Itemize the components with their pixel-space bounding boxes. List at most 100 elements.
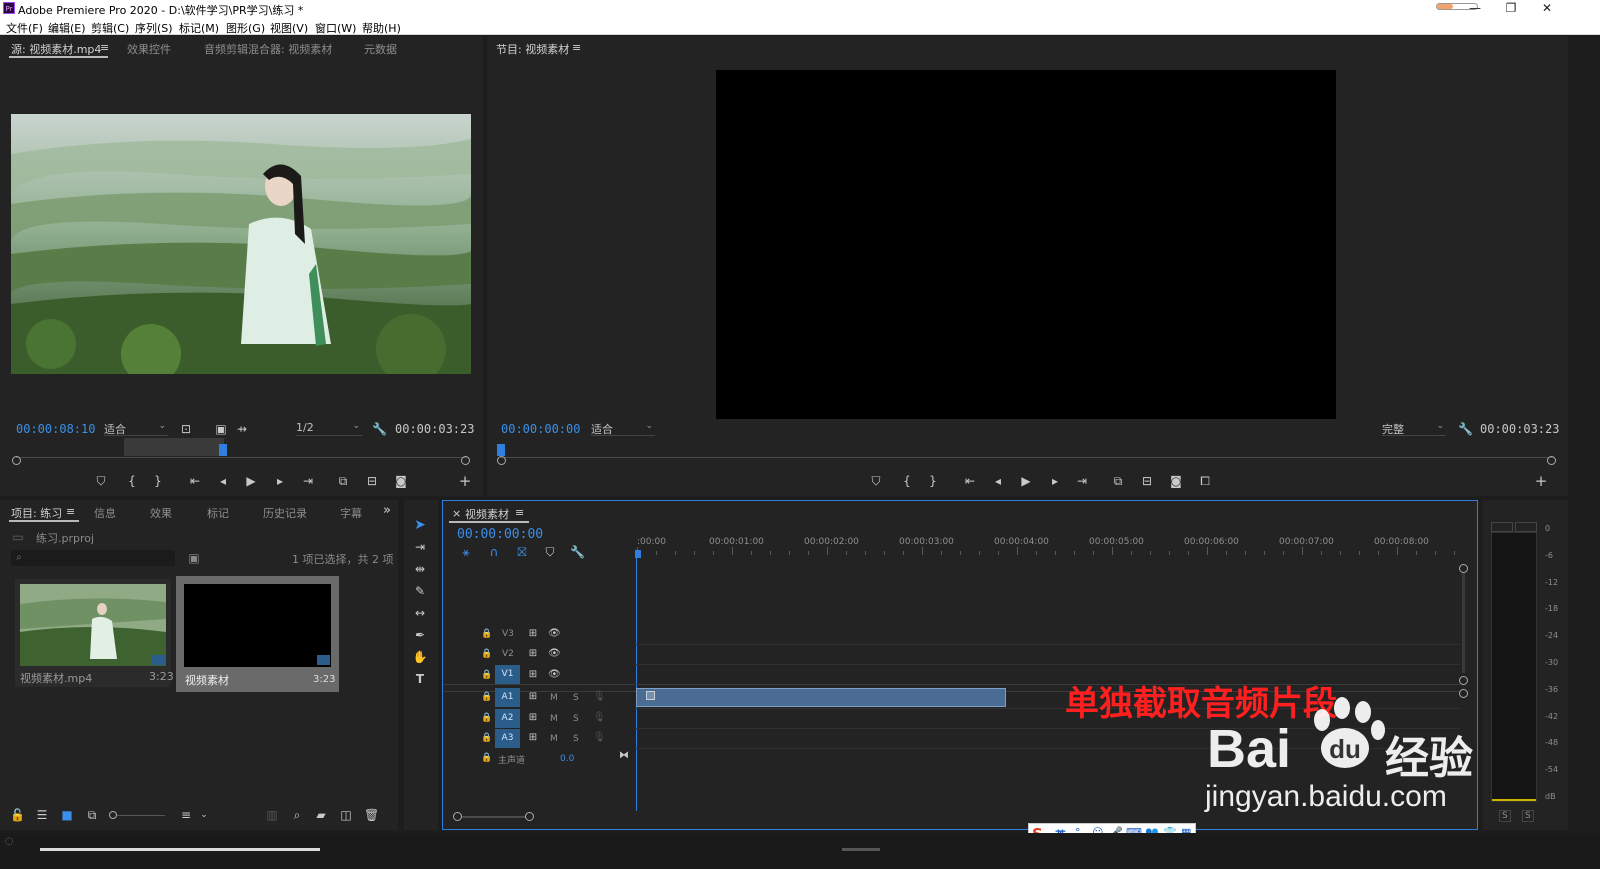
source-panel-menu-icon[interactable]: ≡ — [100, 41, 109, 54]
button-editor-plus-icon[interactable]: + — [458, 474, 472, 489]
source-video-frame[interactable] — [11, 114, 471, 374]
go-to-out-icon[interactable]: ⇥ — [300, 474, 316, 488]
lock-icon[interactable]: 🔓 — [10, 808, 25, 822]
horizontal-zoom-end-handle[interactable] — [525, 812, 534, 821]
timeline-timecode[interactable]: 00:00:00:00 — [457, 527, 543, 542]
horizontal-zoom-bar[interactable] — [462, 816, 526, 818]
icon-view-icon[interactable]: ■ — [60, 808, 74, 822]
step-forward-icon[interactable]: ▸ — [273, 474, 287, 488]
source-zoom-end-handle[interactable] — [461, 456, 470, 465]
menu-clip[interactable]: 剪辑(C) — [91, 20, 129, 36]
source-in-out-range[interactable] — [124, 438, 224, 456]
automate-to-sequence-icon[interactable]: ▥ — [264, 808, 280, 822]
tab-info[interactable]: 信息 — [94, 505, 116, 521]
program-zoom-end-handle[interactable] — [1547, 456, 1556, 465]
project-panel-menu-icon[interactable]: ≡ — [66, 505, 75, 518]
menu-view[interactable]: 视图(V) — [270, 20, 308, 36]
source-timecode[interactable]: 00:00:08:10 — [16, 422, 95, 436]
program-button-editor-plus-icon[interactable]: + — [1534, 474, 1548, 489]
vertical-zoom-handle-mid[interactable] — [1459, 676, 1468, 685]
tab-program[interactable]: 节目: 视频素材 — [496, 41, 569, 57]
menu-graphics[interactable]: 图形(G) — [226, 20, 265, 36]
drag-video-icon[interactable]: ▣ — [214, 422, 228, 436]
track-select-tool-icon[interactable]: ⇥ — [412, 540, 428, 554]
timeline-add-marker-icon[interactable]: ⛉ — [543, 545, 557, 559]
wrench-icon[interactable]: 🔧 — [372, 422, 387, 436]
solo-button[interactable]: S — [573, 714, 579, 724]
program-playhead[interactable] — [497, 444, 505, 456]
insert-frame-icon[interactable]: ⊡ — [179, 422, 193, 436]
find-icon[interactable]: ⌕ — [290, 808, 304, 822]
project-search-input[interactable]: ⌕ — [11, 550, 175, 566]
new-bin-icon[interactable]: ▰ — [314, 808, 328, 822]
step-back-icon[interactable]: ◂ — [216, 474, 230, 488]
toggle-output-eye-icon[interactable]: 👁 — [548, 668, 561, 682]
track-lock-icon[interactable]: 🔒 — [481, 711, 492, 725]
mute-button[interactable]: M — [550, 734, 558, 744]
insert-icon[interactable]: ⧉ — [334, 474, 352, 488]
vertical-zoom-handle-top[interactable] — [1459, 564, 1468, 573]
tab-source[interactable]: 源: 视频素材.mp4 — [11, 41, 101, 57]
sync-lock-icon[interactable]: ⊞ — [527, 690, 539, 704]
tab-effects[interactable]: 效果 — [150, 505, 172, 521]
snap-icon[interactable]: ∩ — [487, 545, 501, 559]
horizontal-zoom-start-handle[interactable] — [453, 812, 462, 821]
menu-edit[interactable]: 编辑(E) — [48, 20, 86, 36]
program-timecode[interactable]: 00:00:00:00 — [501, 422, 580, 436]
go-to-end-icon[interactable]: ⧓ — [618, 749, 630, 763]
tab-effect-controls[interactable]: 效果控件 — [127, 41, 171, 57]
razor-tool-icon[interactable]: ✎ — [412, 584, 428, 598]
sync-lock-icon[interactable]: ⊞ — [527, 711, 539, 725]
new-item-icon[interactable]: ◫ — [339, 808, 353, 822]
solo-right-button[interactable]: S — [1522, 810, 1534, 822]
menu-help[interactable]: 帮助(H) — [362, 20, 401, 36]
mute-button[interactable]: M — [550, 693, 558, 703]
program-go-to-out-icon[interactable]: ⇥ — [1074, 474, 1090, 488]
project-item-sequence[interactable]: 视频素材 3:23 — [176, 576, 339, 692]
nest-icon[interactable]: ⚹ — [459, 545, 473, 559]
program-go-to-in-icon[interactable]: ⇤ — [962, 474, 978, 488]
sync-lock-icon[interactable]: ⊞ — [527, 647, 539, 661]
timeline-settings-wrench-icon[interactable]: 🔧 — [570, 545, 585, 559]
audio-clip-a1[interactable] — [636, 688, 1006, 707]
program-video-frame[interactable] — [716, 70, 1336, 419]
toggle-output-eye-icon[interactable]: 👁 — [548, 647, 561, 661]
tab-markers[interactable]: 标记 — [207, 505, 229, 521]
hand-tool-icon[interactable]: ✋ — [412, 650, 428, 664]
program-mark-out-icon[interactable]: } — [926, 474, 940, 488]
export-frame-icon[interactable]: ◙ — [393, 474, 409, 488]
program-quality-dropdown[interactable]: 完整 ⌄ — [1382, 421, 1446, 436]
comparison-view-icon[interactable]: ⧠ — [1197, 474, 1213, 488]
tab-audio-clip-mixer[interactable]: 音频剪辑混合器: 视频素材 — [204, 41, 332, 57]
voice-over-mic-icon[interactable]: 🎙 — [593, 711, 606, 725]
zoom-slider-handle[interactable] — [109, 811, 117, 819]
menu-window[interactable]: 窗口(W) — [315, 20, 356, 36]
trash-icon[interactable]: 🗑 — [364, 808, 379, 822]
track-target-v1[interactable]: V1 — [495, 665, 520, 684]
linked-selection-icon[interactable]: ⛝ — [515, 545, 529, 559]
freeform-view-icon[interactable]: ⧉ — [84, 808, 100, 822]
close-button[interactable]: ✕ — [1532, 0, 1562, 18]
list-view-icon[interactable]: ☰ — [35, 808, 49, 822]
tab-project[interactable]: 项目: 练习 — [11, 505, 62, 521]
sync-lock-icon[interactable]: ⊞ — [527, 731, 539, 745]
solo-button[interactable]: S — [573, 734, 579, 744]
add-marker-icon[interactable]: ⛉ — [94, 474, 108, 488]
close-sequence-tab-icon[interactable]: × — [452, 507, 461, 520]
toggle-output-eye-icon[interactable]: 👁 — [548, 627, 561, 641]
lift-icon[interactable]: ⧉ — [1109, 474, 1127, 488]
voice-over-mic-icon[interactable]: 🎙 — [593, 690, 606, 704]
track-target-a2[interactable]: A2 — [495, 709, 520, 728]
track-lock-icon[interactable]: 🔒 — [481, 627, 492, 641]
pen-tool-icon[interactable]: ✒ — [412, 628, 428, 642]
track-label[interactable]: V2 — [502, 649, 514, 659]
track-label[interactable]: V3 — [502, 629, 514, 639]
master-lock-icon[interactable]: 🔒 — [481, 751, 492, 765]
ripple-edit-tool-icon[interactable]: ⇹ — [412, 562, 428, 576]
sync-lock-icon[interactable]: ⊞ — [527, 668, 539, 682]
program-wrench-icon[interactable]: 🔧 — [1458, 422, 1473, 436]
zoom-slider[interactable] — [117, 815, 165, 816]
track-target-a1[interactable]: A1 — [495, 688, 520, 707]
menu-sequence[interactable]: 序列(S) — [135, 20, 173, 36]
drag-audio-icon[interactable]: ⇸ — [235, 422, 249, 436]
